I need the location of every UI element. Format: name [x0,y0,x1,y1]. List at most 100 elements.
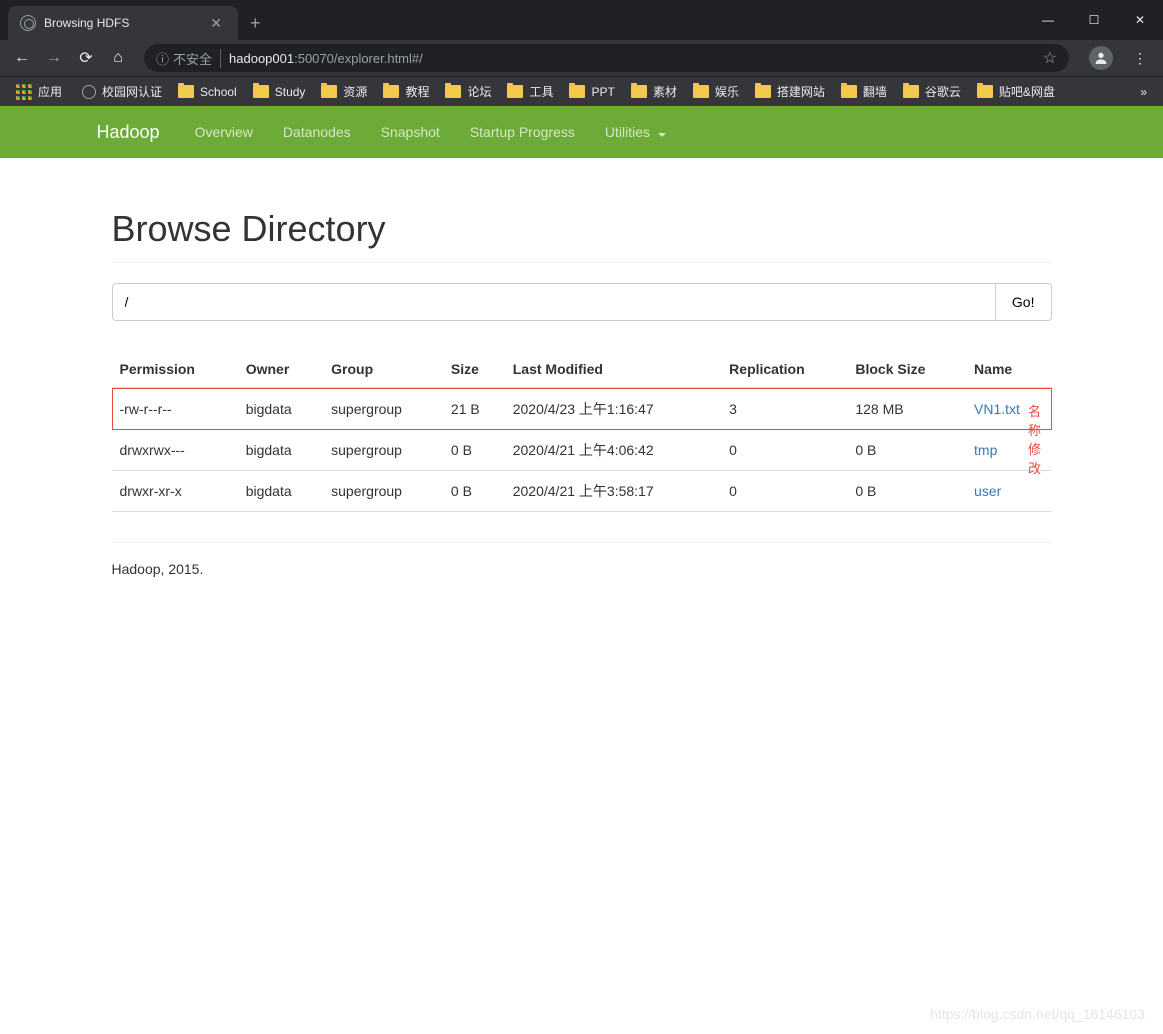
bookmark-item[interactable]: 翻墙 [833,83,895,100]
cell: bigdata [238,388,323,430]
folder-icon [631,85,647,98]
folder-icon [178,85,194,98]
insecure-badge[interactable]: ⓘ 不安全 [156,49,221,68]
forward-button[interactable]: → [40,44,68,72]
bookmark-item[interactable]: 工具 [499,83,561,100]
bookmark-label: 工具 [529,83,553,100]
bookmark-label: Study [275,85,306,99]
bookmark-label: School [200,85,237,99]
bookmark-item[interactable]: 搭建网站 [747,83,833,100]
brand-label[interactable]: Hadoop [97,122,160,143]
bookmark-label: 娱乐 [715,83,739,100]
close-window-button[interactable]: ✕ [1117,0,1163,40]
maximize-button[interactable]: ☐ [1071,0,1117,40]
back-button[interactable]: ← [8,44,36,72]
bookmarks-bar: 应用 校园网认证 School Study 资源 教程 论坛 工具 PPT 素材 娱乐 搭建网站 翻墙… [0,76,1163,106]
cell: 0 B [443,471,505,512]
insecure-label: 不安全 [173,49,212,68]
col-last-modified: Last Modified [505,351,721,388]
folder-icon [755,85,771,98]
cell: 3 [721,388,847,430]
hadoop-navbar: Hadoop OverviewDatanodesSnapshotStartup … [0,106,1163,158]
file-link[interactable]: user [974,483,1001,499]
nav-overview[interactable]: Overview [180,108,268,156]
col-replication: Replication [721,351,847,388]
globe-icon [82,85,96,99]
cell: 21 B [443,388,505,430]
bookmark-item[interactable]: 资源 [313,83,375,100]
chevron-down-icon [658,133,666,137]
bookmark-label: 教程 [405,83,429,100]
new-tab-button[interactable]: + [238,6,273,40]
go-button[interactable]: Go! [996,283,1052,321]
browser-tab[interactable]: Browsing HDFS ✕ [8,6,238,40]
bookmark-item[interactable]: 教程 [375,83,437,100]
folder-icon [253,85,269,98]
globe-icon [20,15,36,31]
home-button[interactable]: ⌂ [104,44,132,72]
bookmark-label: 翻墙 [863,83,887,100]
cell: supergroup [323,388,443,430]
nav-snapshot[interactable]: Snapshot [366,108,455,156]
chrome-toolbar: ← → ⟳ ⌂ ⓘ 不安全 hadoop001:50070/explorer.h… [0,40,1163,76]
watermark: https://blog.csdn.net/qq_16146103 [930,1006,1145,1022]
table-row: drwxr-xr-xbigdatasupergroup0 B2020/4/21 … [112,471,1052,512]
main-container: Browse Directory Go! PermissionOwnerGrou… [97,158,1067,597]
table-row: drwxrwx---bigdatasupergroup0 B2020/4/21 … [112,430,1052,471]
file-link[interactable]: VN1.txt [974,401,1020,417]
bookmark-label: 论坛 [467,83,491,100]
bookmark-label: 搭建网站 [777,83,825,100]
bookmark-item[interactable]: PPT [561,83,622,100]
bookmark-label: 素材 [653,83,677,100]
directory-table: PermissionOwnerGroupSizeLast ModifiedRep… [112,351,1052,512]
bookmark-item[interactable]: 校园网认证 [74,83,170,100]
bookmark-label: 校园网认证 [102,83,162,100]
folder-icon [977,85,993,98]
col-group: Group [323,351,443,388]
col-name: Name [966,351,1051,388]
nav-datanodes[interactable]: Datanodes [268,108,366,156]
path-input[interactable] [112,283,996,321]
cell: drwxrwx--- [112,430,238,471]
cell: bigdata [238,471,323,512]
bookmark-item[interactable]: 论坛 [437,83,499,100]
cell: supergroup [323,471,443,512]
cell: 0 [721,430,847,471]
folder-icon [321,85,337,98]
cell: 0 B [847,430,966,471]
reload-button[interactable]: ⟳ [72,44,100,72]
cell: drwxr-xr-x [112,471,238,512]
cell: 0 [721,471,847,512]
apps-grid-icon [16,84,32,100]
footer-text: Hadoop, 2015. [112,542,1052,577]
table-row: -rw-r--r--bigdatasupergroup21 B2020/4/23… [112,388,1052,430]
bookmarks-overflow-icon[interactable]: » [1132,85,1155,99]
window-controls: — ☐ ✕ [1025,0,1163,40]
bookmark-item[interactable]: School [170,83,245,100]
cell: 0 B [847,471,966,512]
nav-utilities[interactable]: Utilities [590,108,681,156]
bookmark-item[interactable]: 谷歌云 [895,83,969,100]
apps-shortcut[interactable]: 应用 [8,83,70,100]
bookmark-item[interactable]: Study [245,83,314,100]
file-link[interactable]: tmp [974,442,997,458]
cell: 2020/4/21 上午3:58:17 [505,471,721,512]
cell: 2020/4/23 上午1:16:47 [505,388,721,430]
minimize-button[interactable]: — [1025,0,1071,40]
col-block-size: Block Size [847,351,966,388]
bookmark-item[interactable]: 贴吧&网盘 [969,83,1063,100]
nav-startup-progress[interactable]: Startup Progress [455,108,590,156]
page-title: Browse Directory [112,208,1052,263]
cell: supergroup [323,430,443,471]
cell: bigdata [238,430,323,471]
name-cell: tmp [966,430,1051,471]
address-bar[interactable]: ⓘ 不安全 hadoop001:50070/explorer.html#/ ☆ [144,44,1069,72]
close-tab-icon[interactable]: ✕ [206,15,226,32]
chrome-menu-icon[interactable]: ⋮ [1125,50,1155,67]
cell: 0 B [443,430,505,471]
profile-avatar[interactable] [1089,46,1113,70]
bookmark-star-icon[interactable]: ☆ [1043,48,1057,68]
bookmark-label: 资源 [343,83,367,100]
bookmark-item[interactable]: 娱乐 [685,83,747,100]
bookmark-item[interactable]: 素材 [623,83,685,100]
